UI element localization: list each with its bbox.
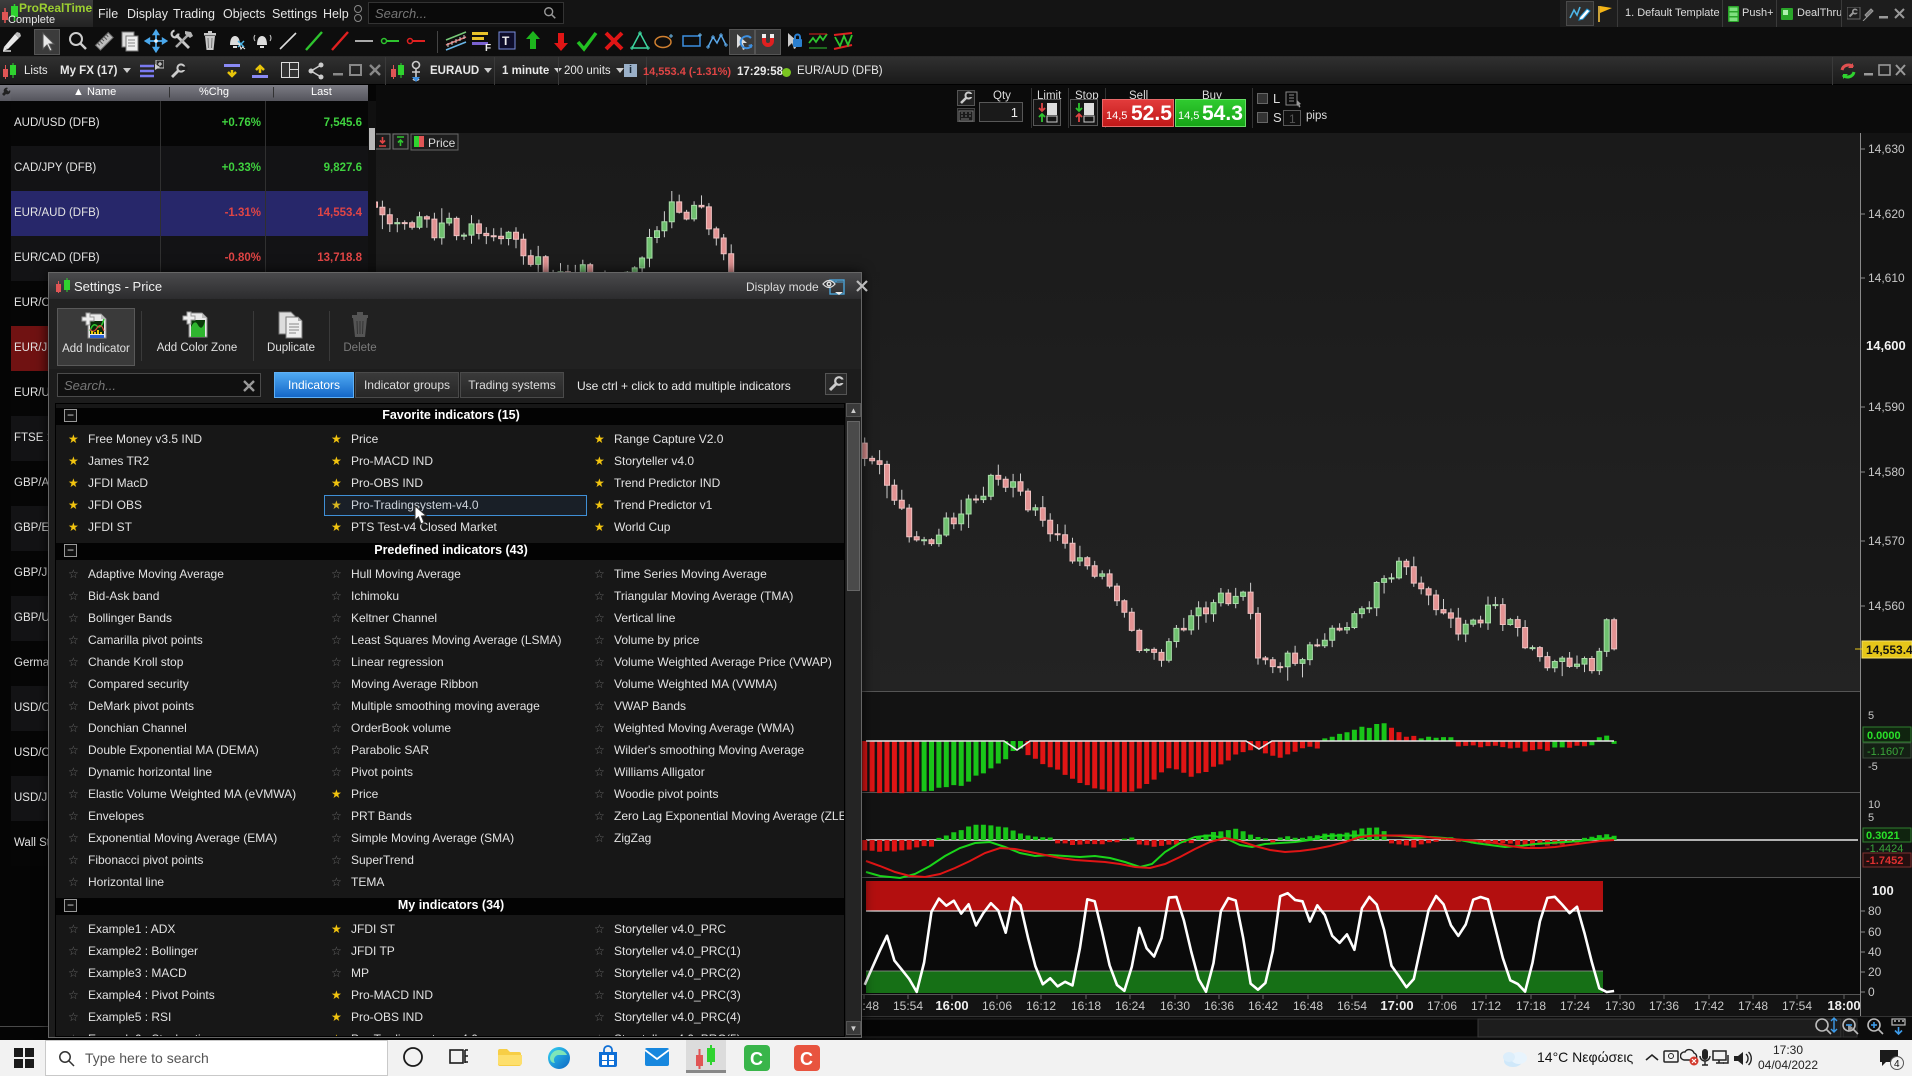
svg-text:14,590: 14,590 xyxy=(1868,400,1905,414)
svg-text:T: T xyxy=(502,34,510,48)
svg-text:17:06: 17:06 xyxy=(1427,999,1457,1013)
svg-text:20: 20 xyxy=(1868,965,1882,979)
svg-text:40: 40 xyxy=(1868,945,1882,959)
svg-text:18:00: 18:00 xyxy=(1827,998,1860,1013)
svg-text:16:06: 16:06 xyxy=(982,999,1012,1013)
svg-text:17:24: 17:24 xyxy=(1560,999,1590,1013)
svg-text:16:12: 16:12 xyxy=(1026,999,1056,1013)
svg-text:F: F xyxy=(485,43,491,53)
svg-text:16:30: 16:30 xyxy=(1160,999,1190,1013)
svg-text:14,580: 14,580 xyxy=(1868,465,1905,479)
svg-text:100: 100 xyxy=(1872,883,1894,898)
svg-text:16:42: 16:42 xyxy=(1248,999,1278,1013)
svg-text:15:54: 15:54 xyxy=(893,999,923,1013)
svg-text:-5: -5 xyxy=(1868,761,1878,773)
svg-text:80: 80 xyxy=(1868,904,1882,918)
svg-text:17:48: 17:48 xyxy=(1738,999,1768,1013)
svg-text:17:00: 17:00 xyxy=(1380,998,1413,1013)
svg-text:C: C xyxy=(750,1049,763,1069)
svg-text:0.3021: 0.3021 xyxy=(1866,830,1900,842)
svg-text:16:36: 16:36 xyxy=(1204,999,1234,1013)
svg-text:5: 5 xyxy=(1868,812,1874,824)
svg-text:4: 4 xyxy=(1894,1059,1900,1070)
svg-text:16:48: 16:48 xyxy=(1293,999,1323,1013)
svg-text:17:18: 17:18 xyxy=(1516,999,1546,1013)
svg-text:17:30: 17:30 xyxy=(1605,999,1635,1013)
svg-text:16:18: 16:18 xyxy=(1071,999,1101,1013)
svg-text:14,620: 14,620 xyxy=(1868,207,1905,221)
svg-text:C: C xyxy=(800,1049,813,1069)
svg-text:14,560: 14,560 xyxy=(1868,599,1905,613)
svg-text:14,610: 14,610 xyxy=(1868,271,1905,285)
svg-text:16:24: 16:24 xyxy=(1115,999,1145,1013)
svg-text:14,600: 14,600 xyxy=(1866,338,1906,353)
svg-text:17:54: 17:54 xyxy=(1782,999,1812,1013)
svg-text:Price: Price xyxy=(428,136,456,150)
svg-text:0.0000: 0.0000 xyxy=(1867,730,1901,742)
svg-text:0: 0 xyxy=(1868,985,1875,999)
svg-text:60: 60 xyxy=(1868,925,1882,939)
svg-text:17:36: 17:36 xyxy=(1649,999,1679,1013)
svg-text:17:42: 17:42 xyxy=(1694,999,1724,1013)
svg-text:14,630: 14,630 xyxy=(1868,142,1905,156)
svg-text:-1.1607: -1.1607 xyxy=(1867,746,1904,758)
svg-text:-1.7452: -1.7452 xyxy=(1866,855,1903,867)
svg-text:10: 10 xyxy=(1868,799,1880,811)
svg-text:17:12: 17:12 xyxy=(1471,999,1501,1013)
svg-text:16:00: 16:00 xyxy=(935,998,968,1013)
svg-text:16:54: 16:54 xyxy=(1337,999,1367,1013)
svg-text:14,553.4: 14,553.4 xyxy=(1866,643,1912,657)
svg-text:5: 5 xyxy=(1868,710,1874,722)
svg-text:14,570: 14,570 xyxy=(1868,534,1905,548)
